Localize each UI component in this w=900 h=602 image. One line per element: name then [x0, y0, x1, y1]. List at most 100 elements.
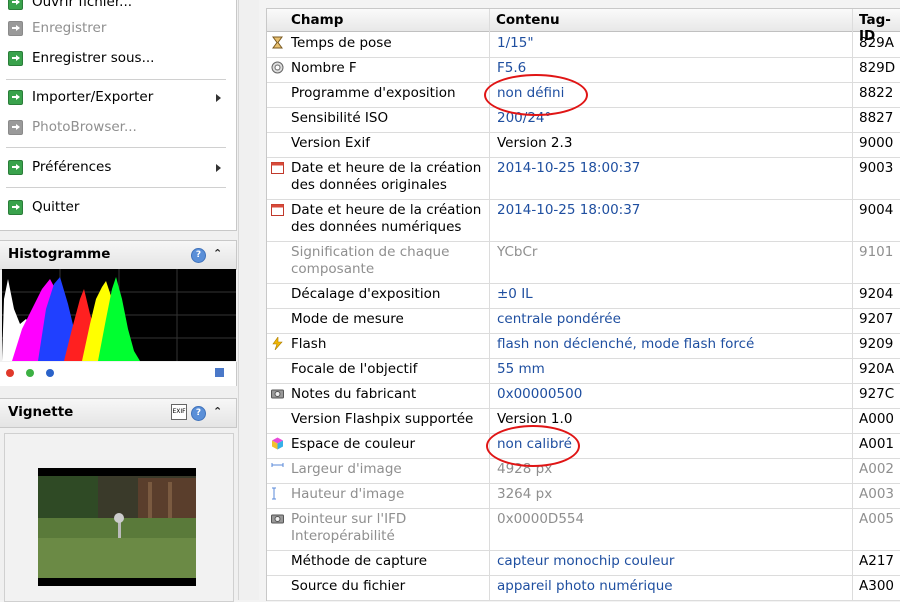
- aperture-icon: [271, 61, 284, 74]
- menu-item-label: PhotoBrowser...: [32, 119, 137, 135]
- table-row[interactable]: Version Flashpix supportée Version 1.0 A00…: [267, 408, 900, 434]
- table-row[interactable]: Sensibilité ISO 200/24° 8827: [267, 107, 900, 133]
- tag-id-cell: A300: [859, 578, 895, 594]
- histogram-header[interactable]: Histogramme ? ⌃: [0, 240, 237, 270]
- exif-icon[interactable]: EXIF: [171, 404, 187, 420]
- camera-icon: [271, 512, 284, 525]
- menu-item-save[interactable]: Enregistrer: [0, 16, 236, 42]
- menu-item-open-file[interactable]: Ouvrir fichier...: [0, 0, 236, 16]
- table-row[interactable]: Date et heure de la création des données…: [267, 199, 900, 242]
- menu-item-label: Enregistrer: [32, 20, 107, 36]
- field-name-cell: Flash: [291, 336, 327, 352]
- table-row[interactable]: Pointeur sur l'IFD Interopérabilité 0x000…: [267, 508, 900, 551]
- tag-id-cell: 8822: [859, 85, 894, 101]
- arrow-right-icon: [8, 51, 23, 66]
- value-cell: centrale pondérée: [497, 311, 621, 327]
- row-icon-cell: [267, 157, 287, 199]
- arrow-right-icon: [8, 0, 23, 10]
- value-cell: capteur monochip couleur: [497, 553, 675, 569]
- column-header-tag-id[interactable]: Tag-ID: [853, 9, 900, 44]
- row-icon-cell: [267, 199, 287, 241]
- thumbnail-title: Vignette: [8, 404, 74, 420]
- tag-id-cell: A217: [859, 553, 895, 569]
- submenu-arrow-icon: [216, 94, 221, 102]
- row-icon-cell: [267, 308, 287, 333]
- table-row[interactable]: Signification de chaque composante YCbCr 9…: [267, 241, 900, 284]
- row-icon-cell: [267, 433, 287, 458]
- value-cell: YCbCr: [497, 244, 538, 260]
- row-icon-cell: [267, 550, 287, 575]
- annotation-circle: [484, 74, 588, 116]
- field-name-cell: Mode de mesure: [291, 311, 404, 327]
- table-row[interactable]: Méthode de capture capteur monochip coule…: [267, 550, 900, 576]
- thumbnail-image[interactable]: [38, 468, 196, 586]
- panel-splitter[interactable]: [238, 0, 259, 600]
- table-row[interactable]: Date et heure de la création des données…: [267, 157, 900, 200]
- row-icon-cell: [267, 241, 287, 283]
- histogram-graph: [2, 269, 236, 361]
- field-name-cell: Version Flashpix supportée: [291, 411, 474, 427]
- blue-channel-icon[interactable]: [46, 369, 54, 377]
- table-row[interactable]: Mode de mesure centrale pondérée 9207: [267, 308, 900, 334]
- red-channel-icon[interactable]: [6, 369, 14, 377]
- table-row[interactable]: Temps de pose 1/15" 829A: [267, 32, 900, 58]
- collapse-icon[interactable]: ⌃: [213, 405, 222, 418]
- field-name-cell: Nombre F: [291, 60, 357, 76]
- row-icon-cell: [267, 283, 287, 308]
- arrow-right-icon: [8, 160, 23, 175]
- table-row[interactable]: Focale de l'objectif 55 mm 920A: [267, 358, 900, 384]
- table-row[interactable]: Source du fichier appareil photo numériqu…: [267, 575, 900, 601]
- tag-id-cell: 9207: [859, 311, 894, 327]
- value-cell: 55 mm: [497, 361, 545, 377]
- help-icon[interactable]: ?: [191, 248, 206, 263]
- file-menu: Ouvrir fichier... Enregistrer Enregistre…: [0, 0, 237, 231]
- value-cell: appareil photo numérique: [497, 578, 673, 594]
- table-row[interactable]: Version Exif Version 2.3 9000: [267, 132, 900, 158]
- field-name-cell: Source du fichier: [291, 578, 406, 594]
- field-name-cell: Décalage d'exposition: [291, 286, 441, 302]
- table-row[interactable]: Hauteur d'image 3264 px A003: [267, 483, 900, 509]
- menu-item-save-as[interactable]: Enregistrer sous...: [0, 46, 236, 72]
- collapse-icon[interactable]: ⌃: [213, 247, 222, 260]
- table-row[interactable]: Largeur d'image 4928 px A002: [267, 458, 900, 484]
- table-row[interactable]: Notes du fabricant 0x00000500 927C: [267, 383, 900, 409]
- hourglass-icon: [271, 36, 284, 49]
- menu-item-quit[interactable]: Quitter: [0, 195, 236, 221]
- histogram-options-icon[interactable]: [215, 368, 224, 377]
- table-row[interactable]: Nombre F F5.6 829D: [267, 57, 900, 83]
- green-channel-icon[interactable]: [26, 369, 34, 377]
- calendar-icon: [271, 161, 284, 174]
- tag-id-cell: 927C: [859, 386, 895, 402]
- arrow-right-icon: [8, 21, 23, 36]
- thumbnail-header[interactable]: Vignette EXIF ? ⌃: [0, 398, 237, 428]
- field-name-cell: Version Exif: [291, 135, 370, 151]
- table-row[interactable]: Décalage d'exposition ±0 IL 9204: [267, 283, 900, 309]
- row-icon-cell: [267, 575, 287, 600]
- menu-item-import-export[interactable]: Importer/Exporter: [0, 85, 236, 111]
- field-name-cell: Pointeur sur l'IFD Interopérabilité: [291, 511, 407, 544]
- menu-item-preferences[interactable]: Préférences: [0, 155, 236, 181]
- help-icon[interactable]: ?: [191, 406, 206, 421]
- row-icon-cell: [267, 458, 287, 483]
- menu-item-label: Quitter: [32, 199, 80, 215]
- field-name-cell: Temps de pose: [291, 35, 392, 51]
- color-cube-icon: [271, 437, 284, 450]
- field-name-cell: Hauteur d'image: [291, 486, 405, 502]
- height-icon: [271, 487, 284, 500]
- column-header-field[interactable]: Champ: [267, 9, 489, 32]
- menu-separator: [6, 147, 226, 148]
- menu-item-photobrowser[interactable]: PhotoBrowser...: [0, 115, 236, 141]
- tag-id-cell: 9101: [859, 244, 894, 260]
- tag-id-cell: 829D: [859, 60, 896, 76]
- row-icon-cell: [267, 508, 287, 550]
- field-name-cell: Focale de l'objectif: [291, 361, 418, 377]
- field-name-cell: Largeur d'image: [291, 461, 402, 477]
- column-header-content[interactable]: Contenu: [490, 9, 852, 32]
- table-row[interactable]: Flash flash non déclenché, mode flash for…: [267, 333, 900, 359]
- left-panel: Ouvrir fichier... Enregistrer Enregistre…: [0, 0, 238, 602]
- tag-id-cell: A000: [859, 411, 895, 427]
- value-cell: ±0 IL: [497, 286, 533, 302]
- exif-table: Champ Contenu Tag-ID Temps de pose 1/15" 8…: [266, 8, 900, 601]
- field-name-cell: Date et heure de la création des données…: [291, 160, 482, 193]
- table-row[interactable]: Espace de couleur non calibré A001: [267, 433, 900, 459]
